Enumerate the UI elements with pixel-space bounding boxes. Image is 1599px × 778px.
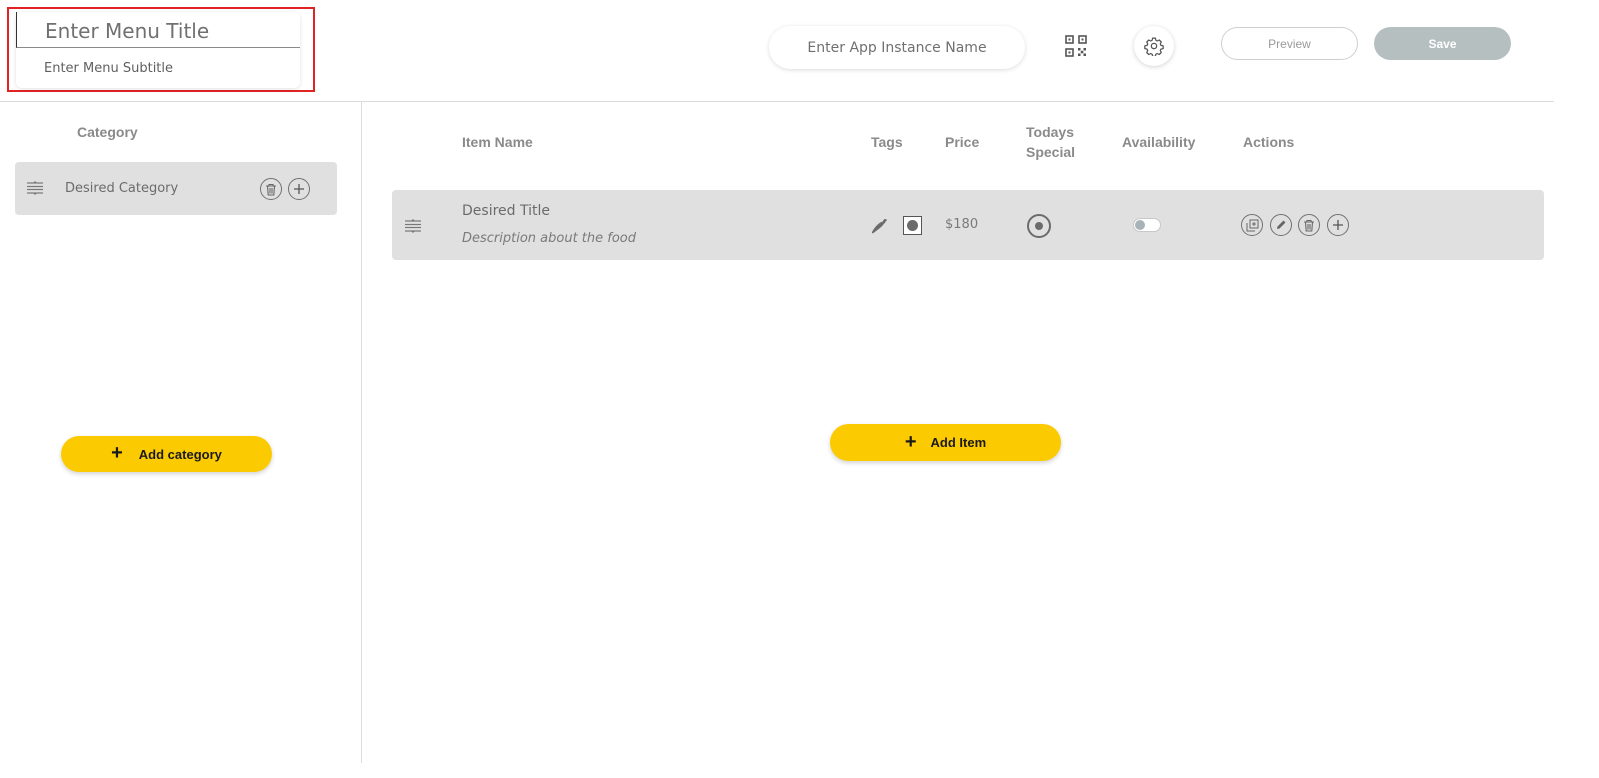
delete-category-button[interactable] — [260, 178, 282, 200]
delete-item-button[interactable] — [1298, 214, 1320, 236]
category-label: Desired Category — [65, 181, 179, 196]
add-subcategory-button[interactable] — [288, 178, 310, 200]
add-category-label: Add category — [138, 446, 222, 462]
todays-special-radio[interactable] — [1027, 214, 1051, 238]
column-header-availability: Availability — [1122, 134, 1196, 150]
settings-button[interactable] — [1134, 26, 1174, 66]
item-description: Description about the food — [462, 231, 637, 246]
panel-divider — [361, 101, 362, 763]
column-header-todays-special: Todays Special — [1026, 122, 1075, 162]
plus-icon — [294, 184, 304, 194]
drag-handle-icon[interactable] — [26, 180, 44, 196]
plus-icon: + — [111, 442, 123, 464]
add-item-button[interactable]: + Add Item — [830, 424, 1061, 461]
plus-icon: + — [904, 430, 917, 453]
column-header-item-name: Item Name — [462, 134, 533, 150]
column-header-todays-special-line1: Todays — [1026, 124, 1074, 140]
column-header-tags: Tags — [871, 134, 903, 150]
menu-title-card — [16, 12, 300, 88]
chili-pepper-icon — [869, 216, 889, 236]
column-header-actions: Actions — [1243, 134, 1295, 150]
availability-toggle[interactable] — [1133, 218, 1161, 232]
column-header-todays-special-line2: Special — [1026, 144, 1076, 160]
menu-title-input[interactable] — [16, 12, 300, 48]
qr-code-button[interactable] — [1062, 33, 1090, 59]
pencil-icon — [1277, 220, 1286, 229]
add-variant-button[interactable] — [1327, 214, 1349, 236]
qr-code-icon — [1065, 35, 1087, 57]
category-row[interactable]: Desired Category — [15, 162, 337, 215]
header-divider — [0, 101, 1554, 102]
trash-icon — [1304, 219, 1314, 232]
menu-subtitle-input[interactable] — [16, 54, 300, 82]
drag-handle-icon[interactable] — [404, 218, 422, 234]
category-column-header: Category — [77, 124, 138, 140]
preview-button[interactable]: Preview — [1221, 27, 1358, 60]
item-title: Desired Title — [462, 203, 550, 219]
copy-icon — [1246, 219, 1258, 231]
plus-icon — [1333, 220, 1343, 230]
toggle-knob — [1135, 220, 1145, 230]
column-header-price: Price — [945, 134, 980, 150]
gear-icon — [1144, 37, 1164, 56]
veg-mark-icon — [903, 216, 922, 235]
radio-selected-dot — [1035, 222, 1043, 230]
duplicate-item-button[interactable] — [1241, 214, 1263, 236]
app-instance-name-input[interactable] — [769, 26, 1025, 69]
edit-item-button[interactable] — [1270, 214, 1292, 236]
add-category-button[interactable]: + Add category — [61, 436, 272, 472]
save-button[interactable]: Save — [1374, 27, 1511, 60]
item-price: $180 — [945, 217, 979, 232]
trash-icon — [266, 183, 276, 196]
item-row[interactable]: Desired Title Description about the food… — [392, 190, 1544, 260]
add-item-label: Add Item — [930, 435, 987, 450]
menu-title-highlight — [7, 7, 315, 92]
